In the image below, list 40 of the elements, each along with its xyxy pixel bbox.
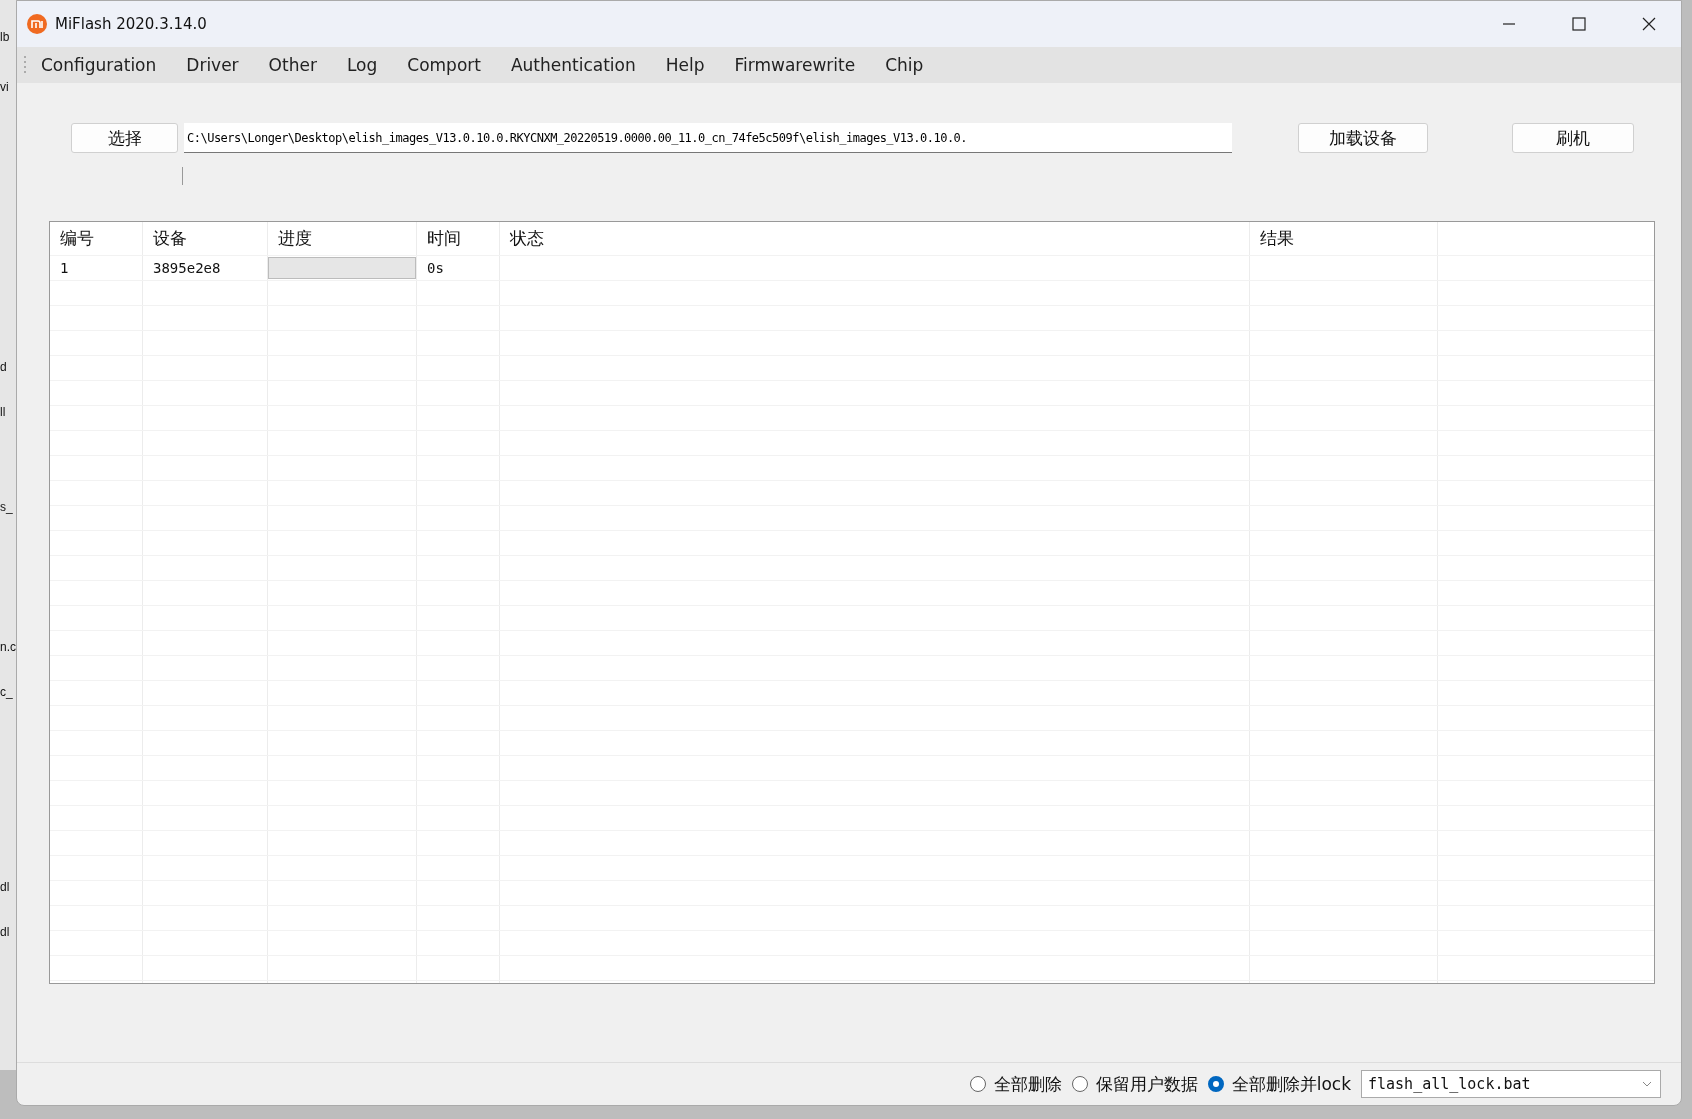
background-text: lb	[0, 30, 10, 44]
background-text: d	[0, 360, 7, 374]
table-cell: 1	[50, 256, 143, 280]
background-text: c_	[0, 685, 13, 699]
background-text: vi	[0, 80, 9, 94]
close-icon[interactable]	[1641, 16, 1657, 32]
menu-item[interactable]: Authentication	[510, 55, 636, 75]
column-header: 设备	[143, 222, 268, 255]
menu-item[interactable]: Log	[346, 55, 378, 75]
menu-item[interactable]: Chip	[885, 55, 924, 75]
background-text: n.c	[0, 640, 16, 654]
app-logo-icon	[27, 14, 47, 34]
background-text: dl	[0, 880, 10, 894]
menu-item[interactable]: Other	[268, 55, 317, 75]
background-text: s_	[0, 500, 13, 514]
radio-option[interactable]: 保留用户数据	[1071, 1072, 1198, 1096]
grip-icon	[23, 54, 27, 76]
flash-button[interactable]: 刷机	[1512, 123, 1634, 153]
column-header: 编号	[50, 222, 143, 255]
select-button[interactable]: 选择	[71, 123, 178, 153]
column-header: 状态	[500, 222, 1250, 255]
load-device-button[interactable]: 加载设备	[1298, 123, 1428, 153]
table-cell: 0s	[417, 256, 500, 280]
chevron-down-icon	[1642, 1081, 1652, 1087]
radio-option[interactable]: 全部删除	[969, 1072, 1062, 1096]
column-header: 进度	[268, 222, 417, 255]
maximize-icon[interactable]	[1571, 16, 1587, 32]
background-text: ll	[0, 405, 6, 419]
column-header: 时间	[417, 222, 500, 255]
menu-item[interactable]: Help	[665, 55, 705, 75]
background-text: dl	[0, 925, 10, 939]
menu-item[interactable]: Driver	[186, 55, 239, 75]
menu-item[interactable]: Comport	[407, 55, 481, 75]
menu-item[interactable]: Firmwarewrite	[734, 55, 856, 75]
script-dropdown[interactable]: flash_all_lock.bat	[1361, 1070, 1661, 1098]
menu-item[interactable]: Configuration	[41, 55, 157, 75]
path-field[interactable]: C:\Users\Longer\Desktop\elish_images_V13.0.10.0.RKYCNXM_20220519.0000.00_11.0_cn_74fe5c509f\elish_images_V13.0.10.0.	[184, 123, 1232, 153]
column-header: 结果	[1250, 222, 1438, 255]
window-title: MiFlash 2020.3.14.0	[55, 15, 207, 33]
radio-option[interactable]: 全部删除并lock	[1207, 1072, 1351, 1096]
